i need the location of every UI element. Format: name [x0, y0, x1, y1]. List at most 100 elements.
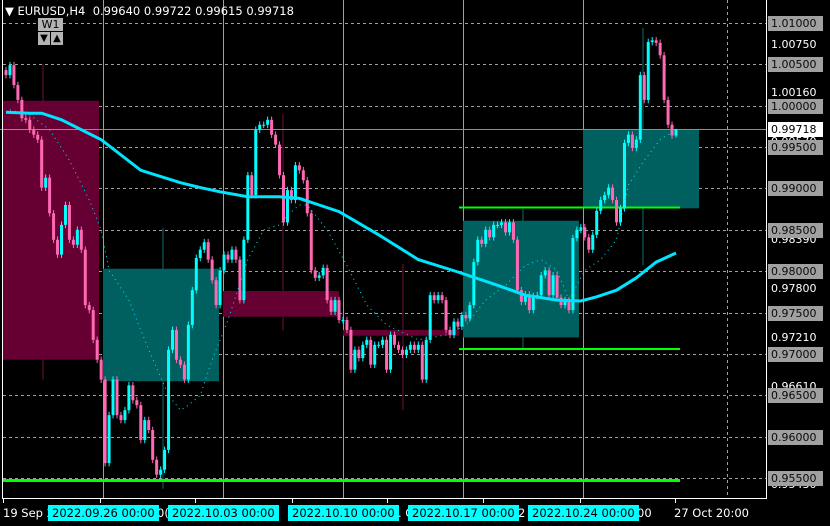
candle-body	[95, 339, 99, 360]
candle-body	[369, 339, 373, 365]
candle-body	[480, 239, 484, 244]
candle-body	[262, 124, 266, 126]
candle-body	[500, 222, 504, 225]
candle-body	[103, 379, 107, 464]
weekly-candle-body	[3, 100, 99, 360]
candle-body	[147, 420, 151, 431]
candle-body	[400, 349, 404, 355]
candle-body	[63, 205, 67, 225]
candle-body	[507, 222, 511, 233]
candle-body	[444, 300, 448, 330]
price-label: 1.00750	[771, 38, 817, 51]
candle-body	[666, 99, 670, 125]
candle-body	[654, 40, 658, 43]
candle-body	[432, 295, 436, 301]
time-label: 19 Sep 2	[3, 506, 54, 520]
candle-body	[139, 405, 143, 440]
candle-body	[468, 305, 472, 319]
candle-body	[127, 385, 131, 411]
candle-body	[254, 129, 258, 196]
price-grid-label: 0.97500	[768, 306, 823, 321]
candle-body	[317, 275, 321, 278]
candle-body	[167, 349, 171, 450]
candle-body	[389, 334, 393, 370]
candle-body	[456, 321, 460, 327]
price-grid-label: 1.00000	[768, 99, 823, 114]
candle-body	[416, 344, 420, 350]
candle-body	[587, 237, 591, 250]
weekly-candle-body	[583, 129, 699, 209]
candle-body	[4, 70, 8, 76]
candle-body	[595, 210, 599, 235]
candle-body	[492, 224, 496, 238]
candle-body	[404, 349, 408, 355]
candle-body	[131, 385, 135, 401]
price-chart[interactable]	[0, 0, 830, 526]
candle-body	[234, 249, 238, 260]
candle-body	[28, 119, 32, 130]
candle-body	[91, 310, 95, 340]
candle-body	[496, 224, 500, 226]
candle-body	[551, 275, 555, 296]
candle-body	[107, 415, 111, 464]
candle-body	[464, 315, 468, 319]
candle-body	[365, 339, 369, 345]
candle-body	[488, 229, 492, 238]
ohlc-open: 0.99640	[92, 4, 141, 18]
candle-body	[52, 213, 56, 240]
candle-body	[226, 254, 230, 260]
candle-body	[278, 144, 282, 176]
candle-body	[266, 119, 270, 125]
candle-body	[452, 321, 456, 335]
candle-body	[309, 213, 313, 271]
candle-body	[56, 239, 60, 255]
candle-body	[250, 175, 254, 196]
candle-body	[539, 275, 543, 296]
candle-body	[599, 200, 603, 211]
candle-body	[206, 242, 210, 260]
time-label: 2	[518, 506, 526, 520]
candle-body	[222, 254, 226, 271]
candle-body	[472, 262, 476, 306]
candle-body	[460, 315, 464, 327]
candle-body	[270, 119, 274, 135]
candle-body	[349, 329, 353, 370]
week-start-label: 2022.10.10 00:00	[288, 505, 399, 521]
triangle-down-icon[interactable]: ▼	[5, 4, 18, 18]
candle-body	[646, 42, 650, 100]
candle-body	[575, 229, 579, 239]
candle-body	[333, 300, 337, 312]
candle-body	[190, 290, 194, 325]
price-grid-label: 1.00500	[768, 57, 823, 72]
timeframe-w1-button[interactable]: W1	[38, 18, 63, 31]
price-grid-label: 1.01000	[768, 16, 823, 31]
arrow-down-icon[interactable]: ▼	[38, 32, 50, 45]
chart-header: ▼ EURUSD,H4 0.99640 0.99722 0.99615 0.99…	[5, 4, 294, 18]
week-start-label: 2022.10.24 00:00	[528, 505, 639, 521]
candle-body	[424, 339, 428, 380]
candle-body	[373, 344, 377, 365]
candle-body	[182, 364, 186, 380]
candle-body	[282, 175, 286, 223]
candle-body	[583, 227, 587, 238]
candle-body	[293, 165, 297, 201]
candle-body	[143, 420, 147, 440]
price-grid-label: 0.99000	[768, 181, 823, 196]
price-grid-label: 0.95500	[768, 471, 823, 486]
candle-body	[321, 267, 325, 276]
candle-body	[24, 118, 28, 120]
candle-body	[428, 295, 432, 340]
ohlc-low: 0.99615	[195, 4, 243, 18]
candle-body	[393, 334, 397, 345]
candle-body	[60, 224, 64, 255]
candle-body	[171, 329, 175, 350]
candle-body	[396, 344, 400, 350]
candle-body	[214, 280, 218, 306]
candle-body	[32, 129, 36, 135]
candle-body	[305, 180, 309, 214]
price-grid-label: 0.98000	[768, 264, 823, 279]
time-label: 00	[637, 506, 652, 520]
candle-body	[630, 134, 634, 148]
price-grid-label: 0.98500	[768, 223, 823, 238]
arrow-up-icon[interactable]: ▲	[51, 32, 63, 45]
